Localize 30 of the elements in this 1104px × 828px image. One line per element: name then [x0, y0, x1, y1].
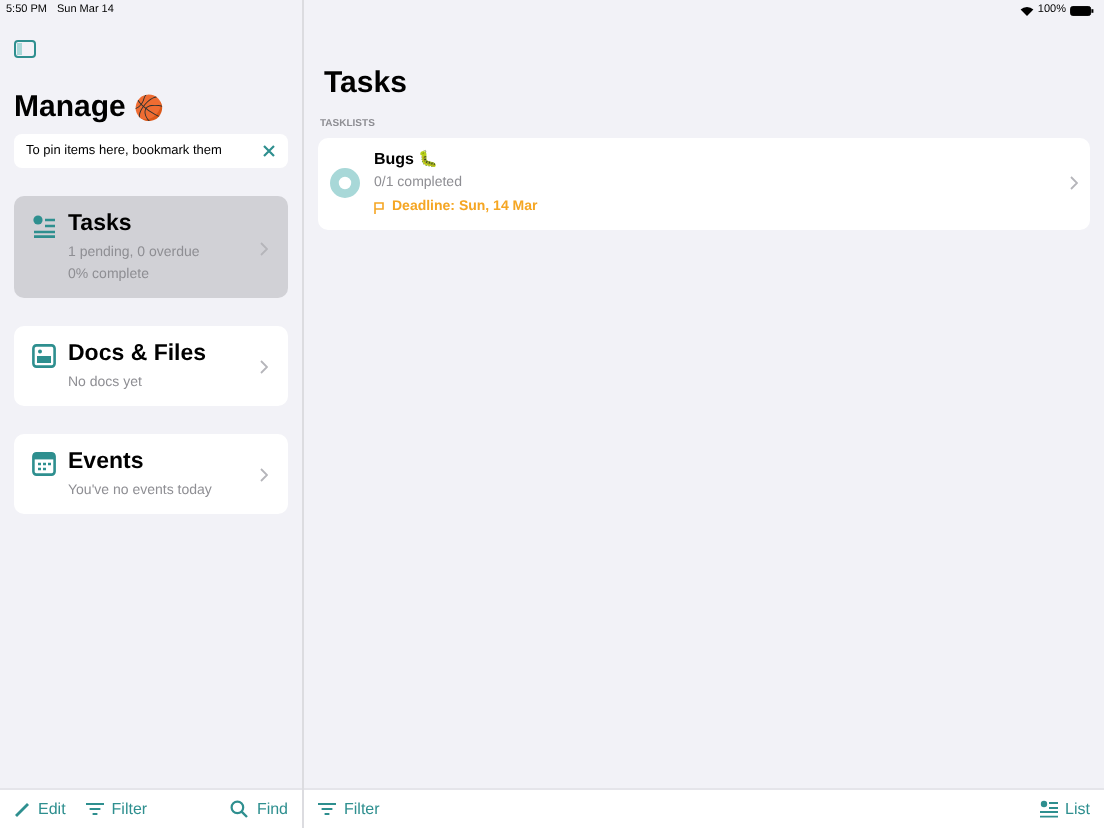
- close-button[interactable]: [262, 144, 276, 158]
- checklist-icon: [32, 214, 56, 238]
- progress-ring-icon: [330, 168, 360, 198]
- page-title: Tasks: [324, 66, 409, 102]
- search-icon: [230, 800, 249, 818]
- card-title: Events: [68, 448, 146, 476]
- chevron-right-icon: [260, 468, 268, 482]
- flag-icon: [374, 202, 384, 214]
- basketball-emoji: 🏀: [133, 94, 164, 122]
- calendar-icon: [32, 452, 56, 476]
- find-button[interactable]: Find: [230, 799, 288, 819]
- tasklist-name: Bugs 🐛: [374, 148, 441, 170]
- close-icon: [262, 144, 276, 158]
- page-title: Manage: [14, 90, 126, 126]
- wifi-icon: [1019, 5, 1034, 15]
- chevron-right-icon: [260, 360, 268, 374]
- sidebar-icon: [14, 40, 36, 58]
- card-title: Docs & Files: [68, 340, 209, 368]
- battery-icon: [1070, 5, 1094, 15]
- filter-button[interactable]: Filter: [85, 799, 148, 819]
- filter-icon: [318, 802, 336, 816]
- list-button[interactable]: List: [1039, 799, 1090, 819]
- card-title: Tasks: [68, 210, 134, 238]
- image-document-icon: [32, 344, 56, 368]
- filter-button[interactable]: Filter: [318, 799, 380, 819]
- checklist-icon: [1039, 800, 1058, 818]
- edit-button[interactable]: Edit: [14, 799, 66, 819]
- pencil-icon: [14, 801, 30, 817]
- filter-icon: [85, 802, 104, 816]
- chevron-right-icon: [1070, 176, 1078, 190]
